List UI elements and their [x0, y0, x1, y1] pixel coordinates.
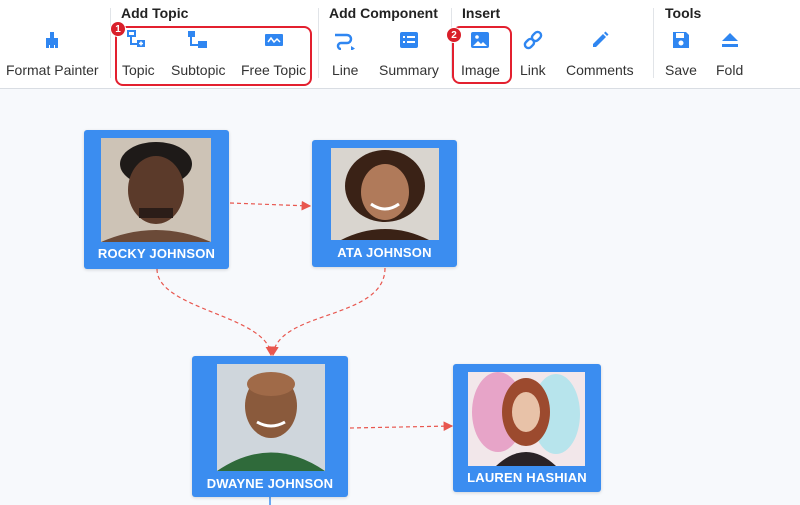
pencil-icon — [588, 28, 612, 52]
step-badge-2: 2 — [446, 27, 462, 43]
line-label: Line — [332, 62, 359, 78]
topic-label-dwayne-johnson: DWAYNE JOHNSON — [206, 476, 334, 491]
topic-label-ata-johnson: ATA JOHNSON — [337, 245, 432, 260]
toolbar-divider — [110, 8, 111, 78]
topic-node-ata-johnson[interactable]: ATA JOHNSON — [312, 140, 457, 267]
group-title-tools: Tools — [665, 5, 702, 21]
fold-label: Fold — [716, 62, 744, 78]
portrait-image-lauren — [468, 372, 585, 466]
portrait-image-dwayne — [217, 364, 325, 471]
link-button[interactable]: Link — [520, 28, 546, 78]
comments-button[interactable]: Comments — [566, 28, 634, 78]
fold-button[interactable]: Fold — [716, 28, 743, 78]
save-button[interactable]: Save — [665, 28, 697, 78]
save-label: Save — [665, 62, 697, 78]
group-title-insert: Insert — [462, 5, 501, 21]
summary-button[interactable]: Summary — [379, 28, 439, 78]
portrait-image-ata — [331, 148, 439, 240]
save-icon — [669, 28, 693, 52]
topic-node-lauren-hashian[interactable]: LAUREN HASHIAN — [453, 364, 601, 492]
line-button[interactable]: Line — [332, 28, 358, 78]
topic-node-rocky-johnson[interactable]: ROCKY JOHNSON — [84, 130, 229, 269]
format-painter-label: Format Painter — [6, 62, 99, 78]
step-badge-1: 1 — [110, 21, 126, 37]
toolbar-divider — [653, 8, 654, 78]
link-icon — [521, 28, 545, 52]
brush-icon — [40, 28, 64, 52]
summary-label: Summary — [379, 62, 439, 78]
group-title-add-topic: Add Topic — [121, 5, 189, 21]
link-label: Link — [520, 62, 546, 78]
group-title-add-component: Add Component — [329, 5, 438, 21]
topic-label-lauren-hashian: LAUREN HASHIAN — [467, 470, 587, 485]
toolbar: Format Painter Add Topic Topic Subtopic … — [0, 0, 800, 89]
comments-label: Comments — [566, 62, 634, 78]
topic-label-rocky-johnson: ROCKY JOHNSON — [97, 246, 216, 261]
summary-list-icon — [397, 28, 421, 52]
eject-fold-icon — [718, 28, 742, 52]
line-connector-icon — [333, 28, 357, 52]
toolbar-divider — [318, 8, 319, 78]
topic-node-dwayne-johnson[interactable]: DWAYNE JOHNSON — [192, 356, 348, 497]
portrait-image-rocky — [101, 138, 211, 242]
format-painter-button[interactable]: Format Painter — [6, 28, 99, 78]
highlight-add-topic — [115, 26, 312, 86]
